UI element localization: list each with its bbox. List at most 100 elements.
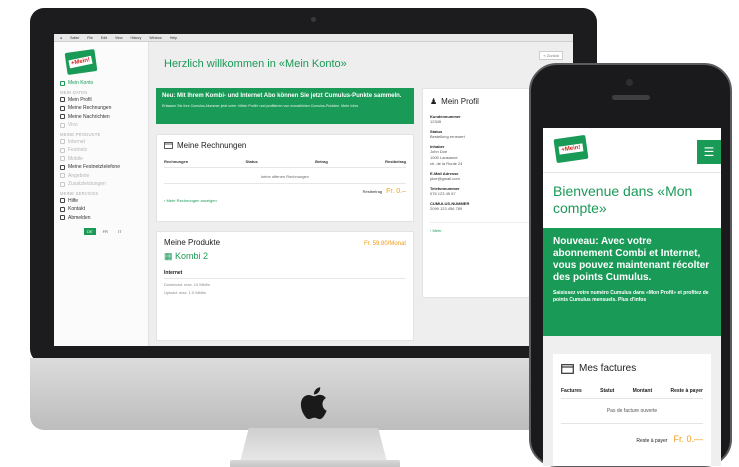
sidebar-item[interactable]: Meine Nachrichten xyxy=(60,113,142,122)
total-value: Fr. 0.– xyxy=(386,188,406,195)
invoice-icon xyxy=(561,363,574,374)
more-invoices-link-text: Mehr Rechnungen anzeigen xyxy=(166,198,217,203)
apple-menu-icon[interactable]: ● xyxy=(60,36,62,40)
sidebar-item-label: MEINE SERVICES xyxy=(60,190,99,196)
product-detail: Upload: max. 1.0 Mbit/s xyxy=(164,290,207,295)
iphone-device: +Mein! ☰ Bienvenue dans «Mon compte» Nou… xyxy=(529,63,732,467)
column-header: Factures xyxy=(561,388,582,394)
column-header: Betrag xyxy=(315,159,328,164)
sidebar-item-label: Kontakt xyxy=(68,206,85,213)
main-content: « Zurück Herzlich willkommen in «Mein Ko… xyxy=(150,42,573,346)
sidebar-item[interactable]: Mobile xyxy=(60,155,142,164)
banner-text: Saisissez votre numéro Cumulus dans «Mon… xyxy=(553,290,709,303)
column-header: Statut xyxy=(600,388,615,394)
sidebar-item-label: Vivo xyxy=(68,122,78,129)
language-de-button[interactable]: DE xyxy=(84,228,96,235)
product-name-text: Kombi 2 xyxy=(175,251,209,261)
products-card: Meine Produkte Fr. 59.80/Monat ▦ Kombi 2… xyxy=(156,231,414,341)
mobile-page-title: Bienvenue dans «Mon compte» xyxy=(543,173,721,228)
language-switcher: DE FR IT xyxy=(84,228,142,235)
cumulus-banner[interactable]: Neu: Mit Ihrem Kombi- und Internet Abo k… xyxy=(156,88,414,124)
column-header: Montant xyxy=(632,388,653,394)
menubar-item[interactable]: Safari xyxy=(70,36,79,40)
menu-icon: ☰ xyxy=(703,145,715,159)
sidebar-item[interactable]: Zusatzleistungen xyxy=(60,180,142,189)
nav-icon xyxy=(60,198,65,204)
sidebar-item-label: Mein Konto xyxy=(68,80,94,87)
menubar-item[interactable]: File xyxy=(87,36,93,40)
menubar-item[interactable]: History xyxy=(130,36,141,40)
invoices-table-header: Rechnungen Status Betrag Restbetrag xyxy=(164,159,406,168)
sidebar-item[interactable]: Meine Festnetztelefone xyxy=(60,163,142,172)
sidebar-item-label: Abmelden xyxy=(68,214,91,221)
back-button[interactable]: « Zurück xyxy=(539,51,563,60)
sidebar-nav: Mein Konto MEIN DATEN Mein Profil Meine Rec… xyxy=(60,79,142,222)
invoices-empty-state: keine offenen Rechnungen xyxy=(164,174,406,184)
products-title: Meine Produkte xyxy=(164,238,221,247)
nav-icon xyxy=(60,139,65,145)
nav-icon xyxy=(60,206,65,212)
sidebar-item-label: Angebote xyxy=(68,172,90,179)
sidebar-item-label: Festnetz xyxy=(68,147,88,154)
total-label: Restbetrag xyxy=(362,189,383,194)
invoices-total: Reste à payer Fr. 0.— xyxy=(561,434,703,444)
product-price: Fr. 59.80/Monat xyxy=(363,241,406,247)
sidebar-item-label: Hilfe xyxy=(68,197,79,204)
product-section: Internet xyxy=(164,270,406,279)
product-name[interactable]: ▦ Kombi 2 xyxy=(164,251,406,262)
user-icon: ♟ xyxy=(430,97,438,106)
mobile-screen: +Mein! ☰ Bienvenue dans «Mon compte» Nou… xyxy=(543,128,721,466)
camera-icon xyxy=(311,17,316,22)
sidebar-item[interactable]: Angebote xyxy=(60,172,142,181)
sidebar-item[interactable]: Internet xyxy=(60,138,142,147)
brand-logo[interactable]: +Mein! xyxy=(64,49,98,75)
nav-icon xyxy=(60,105,65,111)
imac-foot xyxy=(230,460,400,467)
apple-logo-icon xyxy=(300,387,327,420)
column-header: Rechnungen xyxy=(164,159,189,164)
os-menubar: ● Safari File Edit View History Window H… xyxy=(54,34,573,42)
column-header: Reste à payer xyxy=(670,388,703,394)
sidebar-item-label: Meine Festnetztelefone xyxy=(68,164,120,171)
language-fr-button[interactable]: FR xyxy=(100,228,111,235)
sidebar-item-label: MEIN DATEN xyxy=(60,89,88,95)
brand-logo-text: +Mein! xyxy=(558,143,584,155)
sidebar-item[interactable]: Hilfe xyxy=(60,197,142,206)
sidebar-item[interactable]: Mein Profil xyxy=(60,96,142,105)
menubar-item[interactable]: View xyxy=(115,36,123,40)
mobile-invoices-card: Mes factures Factures Statut Montant Res… xyxy=(553,354,711,466)
menubar-item[interactable]: Edit xyxy=(101,36,107,40)
more-invoices-link[interactable]: › Mehr Rechnungen anzeigen xyxy=(164,198,406,203)
banner-headline: Neu: Mit Ihrem Kombi- und Internet Abo k… xyxy=(162,93,402,99)
hamburger-menu-button[interactable]: ☰ xyxy=(697,140,721,164)
mobile-cumulus-banner[interactable]: Nouveau: Avec votre abonnement Combi et … xyxy=(543,228,721,336)
invoices-title-text: Meine Rechnungen xyxy=(177,141,247,150)
nav-icon xyxy=(60,147,65,153)
invoices-table-header: Factures Statut Montant Reste à payer xyxy=(561,388,703,399)
menubar-item[interactable]: Help xyxy=(170,36,177,40)
invoices-title: Meine Rechnungen xyxy=(164,141,406,150)
product-detail: Download: max. 10 Mbit/s xyxy=(164,282,211,287)
sidebar-item[interactable]: Kontakt xyxy=(60,205,142,214)
invoices-total: Restbetrag Fr. 0.– xyxy=(164,188,406,195)
language-it-button[interactable]: IT xyxy=(115,228,125,235)
front-camera-icon xyxy=(626,79,633,86)
menubar-item[interactable]: Window xyxy=(149,36,161,40)
sidebar-item[interactable]: Meine Rechnungen xyxy=(60,104,142,113)
total-value: Fr. 0.— xyxy=(673,434,703,444)
sidebar-item[interactable]: Vivo xyxy=(60,121,142,130)
banner-headline: Nouveau: Avec votre abonnement Combi et … xyxy=(553,236,710,283)
imac-device: ● Safari File Edit View History Window H… xyxy=(30,8,597,467)
sidebar-item[interactable]: Festnetz xyxy=(60,146,142,155)
brand-logo[interactable]: +Mein! xyxy=(553,134,589,164)
device-mockup-stage: ● Safari File Edit View History Window H… xyxy=(0,0,739,467)
imac-stand xyxy=(240,428,387,462)
invoices-card: Meine Rechnungen Rechnungen Status Betra… xyxy=(156,134,414,222)
sidebar-item[interactable]: Abmelden xyxy=(60,214,142,223)
sidebar-item[interactable]: Mein Konto xyxy=(60,79,142,88)
desktop-screen: ● Safari File Edit View History Window H… xyxy=(54,34,573,346)
sidebar-item-label: Internet xyxy=(68,138,85,145)
brand-logo-text: +Mein! xyxy=(68,55,94,69)
nav-icon xyxy=(60,97,65,103)
nav-icon xyxy=(60,114,65,120)
